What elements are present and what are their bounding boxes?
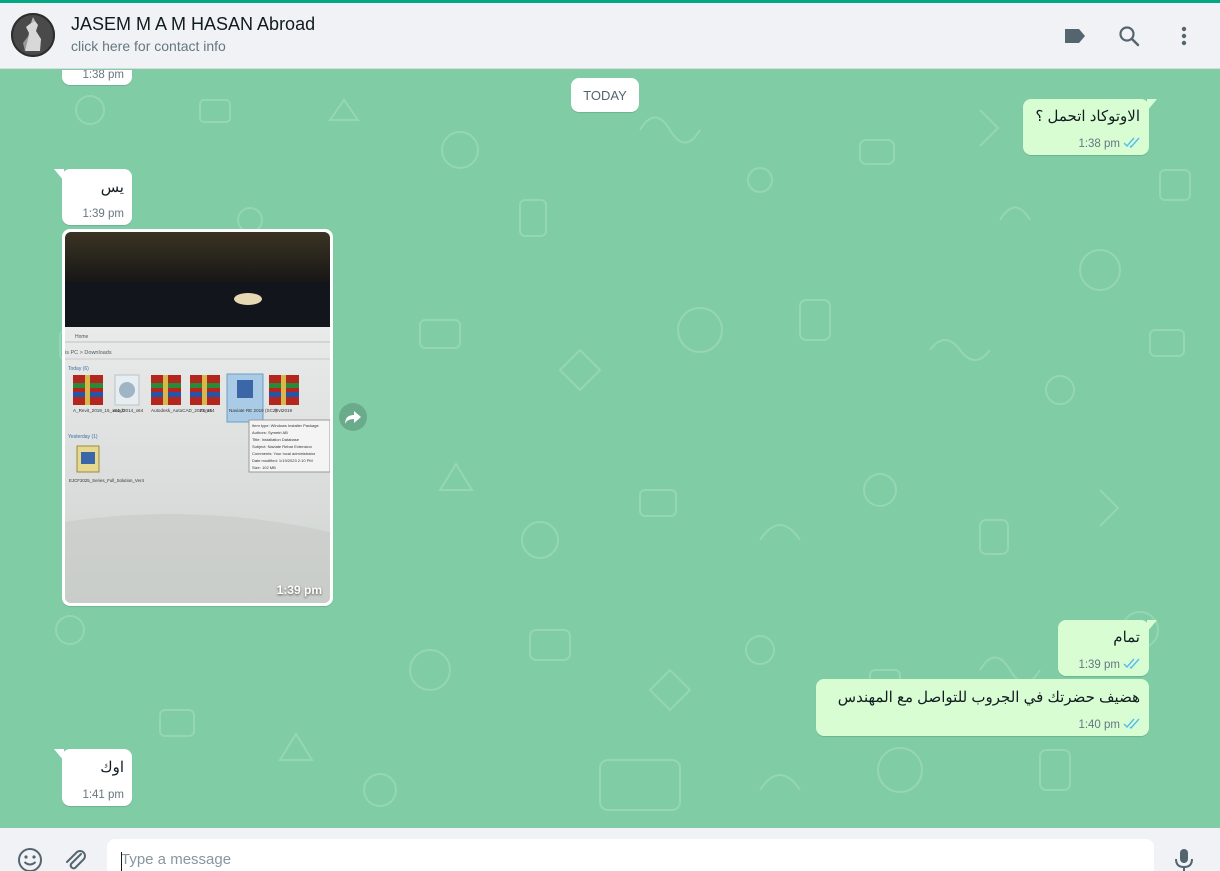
photo-file-name: Rvt2019 [275, 408, 293, 413]
text-cursor [121, 852, 122, 871]
photo-tooltip-line: Title: Installation Database [252, 437, 300, 442]
photo-breadcrumb: is PC > Downloads [65, 350, 112, 356]
message-incoming[interactable]: اوك 1:41 pm [54, 749, 132, 806]
photo-tooltip-line: Authors: Symetri AB [252, 430, 288, 435]
photo-file-name: Naviate RE 2019 (SC2) [229, 408, 277, 413]
read-ticks-icon [1123, 137, 1140, 148]
message-text: الاوتوكاد اتحمل ؟ [1035, 108, 1140, 125]
message-incoming[interactable]: 1:38 pm [62, 70, 132, 85]
message-input[interactable] [121, 851, 1101, 868]
label-icon[interactable] [1062, 23, 1088, 49]
photo-file-name: Fonts [200, 408, 212, 413]
message-outgoing[interactable]: الاوتوكاد اتحمل ؟ 1:38 pm [1023, 99, 1157, 155]
image-thumbnail[interactable]: Home is PC > Downloads Today (6) A_Revit… [65, 232, 330, 603]
downloads-screen-photo: Home is PC > Downloads Today (6) A_Revit… [65, 232, 330, 603]
message-time: 1:41 pm [82, 789, 124, 801]
attach-icon[interactable] [61, 846, 89, 871]
photo-tooltip-line: Subject: Naviate Rebar Extension [252, 444, 312, 449]
photo-tooltip-line: Comments: Your local administrator [252, 451, 316, 456]
message-input-container[interactable] [107, 839, 1154, 871]
read-ticks-icon [1123, 718, 1140, 729]
contact-info-link[interactable]: click here for contact info [71, 38, 226, 54]
microphone-icon[interactable] [1170, 846, 1198, 871]
bubble-tail [54, 749, 64, 761]
message-time: 1:38 pm [1078, 138, 1120, 150]
message-image[interactable]: Home is PC > Downloads Today (6) A_Revit… [62, 229, 333, 606]
photo-tooltip-line: Date modified: 1/19/2023 2:10 PM [252, 458, 313, 463]
emoji-icon[interactable] [16, 846, 44, 871]
message-text: هضيف حضرتك في الجروب للتواصل مع المهندس [837, 689, 1140, 706]
message-time: 1:40 pm [1078, 719, 1120, 731]
date-divider: TODAY [571, 78, 639, 112]
svg-text:Home: Home [75, 334, 89, 340]
bubble-tail [1147, 620, 1157, 632]
photo-file-name: EJCF2025_Series_Full_Solution_Ver4 [69, 478, 144, 483]
read-ticks-icon [1123, 658, 1140, 669]
forward-icon[interactable] [339, 403, 367, 431]
message-text: يس [100, 179, 124, 196]
contact-name[interactable]: JASEM M A M HASAN Abroad [71, 14, 315, 35]
message-time: 1:39 pm [1078, 659, 1120, 671]
chat-header[interactable]: JASEM M A M HASAN Abroad click here for … [0, 3, 1220, 69]
chat-area[interactable]: 1:38 pm TODAY الاوتوكاد اتحمل ؟ 1:38 pm … [0, 70, 1220, 828]
photo-tooltip-line: Size: 102 MB [252, 465, 276, 470]
composer-bar [0, 828, 1220, 871]
photo-group-today: Today (6) [68, 366, 89, 372]
message-time: 1:39 pm [276, 583, 322, 597]
menu-icon[interactable] [1171, 23, 1197, 49]
photo-group-yesterday: Yesterday (1) [68, 434, 98, 440]
message-incoming[interactable]: يس 1:39 pm [54, 169, 132, 225]
message-text: اوك [100, 759, 124, 776]
message-outgoing[interactable]: تمام 1:39 pm [1058, 620, 1157, 676]
photo-tooltip-line: Item type: Windows Installer Package [252, 423, 319, 428]
search-icon[interactable] [1116, 23, 1142, 49]
bubble-tail [54, 169, 64, 181]
message-outgoing[interactable]: هضيف حضرتك في الجروب للتواصل مع المهندس … [816, 679, 1149, 736]
bubble-tail [1147, 99, 1157, 111]
message-time: 1:38 pm [82, 70, 124, 81]
contact-avatar[interactable] [11, 13, 55, 57]
message-text: تمام [1113, 629, 1140, 646]
message-time: 1:39 pm [82, 208, 124, 220]
photo-file-name: acad2014_x64 [113, 408, 144, 413]
